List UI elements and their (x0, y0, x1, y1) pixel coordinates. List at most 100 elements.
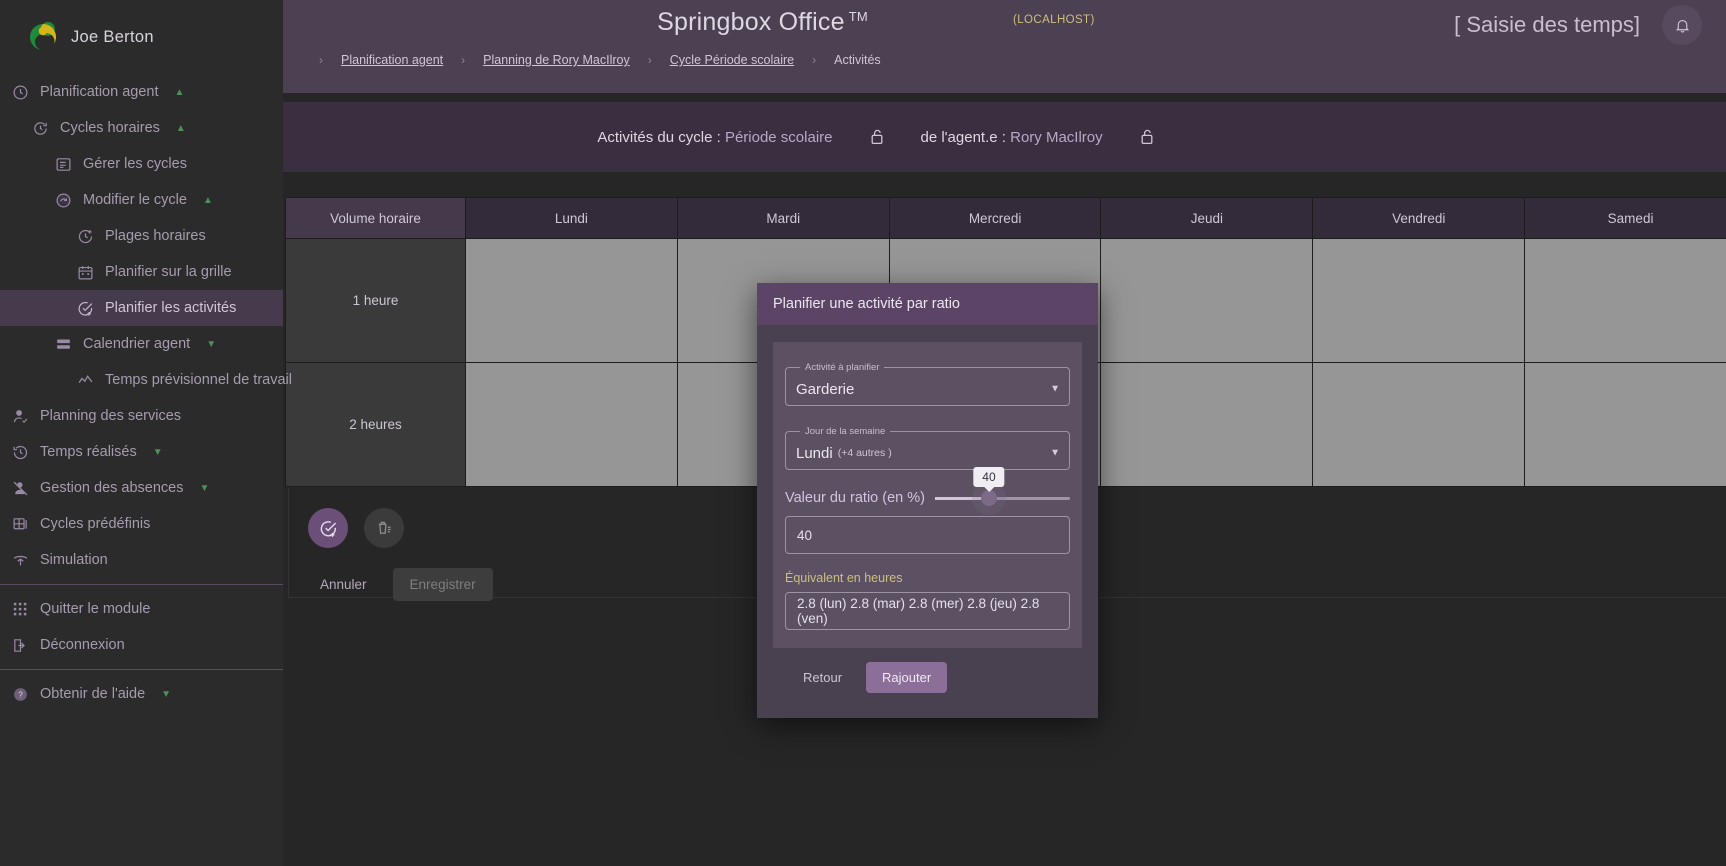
breadcrumb-separator: › (812, 53, 817, 67)
chevron-up-icon[interactable]: ▲ (203, 195, 213, 206)
cell-vendredi-1h[interactable] (1312, 238, 1526, 363)
activity-select[interactable]: Activité à planifier Garderie ▼ (785, 362, 1070, 406)
cell-jeudi-1h[interactable] (1100, 238, 1314, 363)
host-label: (LOCALHOST) (1013, 14, 1095, 26)
cell-lundi-1h[interactable] (465, 238, 678, 363)
ratio-slider-track[interactable]: 40 (934, 466, 1070, 506)
sidebar-item-simulation[interactable]: Simulation (0, 542, 283, 578)
ratio-slider-knob[interactable] (980, 490, 997, 506)
add-activity-button[interactable] (308, 508, 348, 548)
history-icon (11, 443, 29, 461)
sidebar-item-plages-horaires[interactable]: Plages horaires (0, 218, 283, 254)
ratio-slider-row: Valeur du ratio (en %) 40 (785, 466, 1070, 506)
day-select-legend: Jour de la semaine (805, 426, 886, 437)
cell-lundi-2h[interactable] (465, 362, 678, 487)
equivalent-value: 2.8 (lun) 2.8 (mar) 2.8 (mer) 2.8 (jeu) … (785, 592, 1070, 630)
sidebar-item-label: Temps réalisés (40, 444, 137, 460)
activity-select-value: Garderie (796, 380, 855, 398)
breadcrumb: › Planification agent › Planning de Rory… (283, 53, 881, 67)
activity-select-field[interactable]: Activité à planifier Garderie ▼ (785, 362, 1070, 406)
day-select-value: Lundi (796, 444, 833, 462)
chevron-down-icon[interactable]: ▼ (206, 339, 216, 350)
app-title-text: Springbox Office (657, 8, 845, 36)
sidebar-item-label: Simulation (40, 552, 108, 568)
row-label-1-heure: 1 heure (285, 238, 466, 363)
chevron-up-icon[interactable]: ▲ (176, 123, 186, 134)
sidebar-item-gestion-des-absences[interactable]: Gestion des absences ▼ (0, 470, 283, 506)
sidebar-item-calendrier-agent[interactable]: Calendrier agent ▼ (0, 326, 283, 362)
sidebar-item-planifier-sur-la-grille[interactable]: Planifier sur la grille (0, 254, 283, 290)
modal-card: Activité à planifier Garderie ▼ Jour de … (773, 342, 1082, 648)
user-check-icon (11, 407, 29, 425)
breadcrumb-item-activites: Activités (834, 53, 881, 67)
brand[interactable]: Joe Berton (0, 0, 283, 60)
banner-agent-name: Rory MacIlroy (1010, 128, 1103, 146)
cell-samedi-2h (1524, 362, 1726, 487)
actions-area: Annuler Enregistrer (288, 508, 493, 601)
unlock-icon[interactable] (869, 128, 885, 146)
breadcrumb-item-planification-agent[interactable]: Planification agent (341, 53, 443, 67)
cell-vendredi-2h[interactable] (1312, 362, 1526, 487)
banner-cycle: Activités du cycle : Période scolaire (597, 129, 832, 146)
sidebar-item-gerer-les-cycles[interactable]: Gérer les cycles (0, 146, 283, 182)
chevron-down-icon[interactable]: ▼ (161, 689, 171, 700)
modal-title: Planifier une activité par ratio (757, 283, 1098, 325)
sidebar-item-modifier-le-cycle[interactable]: Modifier le cycle ▲ (0, 182, 283, 218)
sidebar-item-planification-agent[interactable]: Planification agent ▲ (0, 74, 283, 110)
back-button[interactable]: Retour (793, 663, 852, 692)
sidebar-item-temps-previsionnel[interactable]: Temps prévisionnel de travail (0, 362, 292, 398)
calendar-icon (76, 263, 94, 281)
sidebar-item-label: Planification agent (40, 84, 159, 100)
sidebar: Joe Berton Planification agent ▲ Cycles … (0, 0, 292, 866)
sidebar-item-obtenir-de-laide[interactable]: ? Obtenir de l'aide ▼ (0, 676, 283, 712)
chevron-down-icon[interactable]: ▼ (153, 447, 163, 458)
delete-button[interactable] (364, 508, 404, 548)
cancel-button[interactable]: Annuler (308, 569, 379, 600)
sidebar-item-label: Planifier sur la grille (105, 264, 232, 280)
column-header-volume: Volume horaire (285, 197, 466, 239)
trash-icon (375, 519, 393, 537)
sidebar-item-cycles-predefinis[interactable]: Cycles prédéfinis (0, 506, 283, 542)
apps-grid-icon (11, 600, 29, 618)
ratio-input[interactable]: 40 (785, 516, 1070, 554)
sidebar-item-planifier-les-activites[interactable]: Planifier les activités (0, 290, 283, 326)
rows-icon (54, 335, 72, 353)
breadcrumb-item-planning-agent[interactable]: Planning de Rory MacIlroy (483, 53, 630, 67)
simulation-icon (11, 551, 29, 569)
column-header-samedi: Samedi (1524, 197, 1726, 239)
cell-jeudi-2h[interactable] (1100, 362, 1314, 487)
modal-footer: Retour Rajouter (773, 648, 1082, 693)
sidebar-item-label: Cycles horaires (60, 120, 160, 136)
breadcrumb-item-cycle[interactable]: Cycle Période scolaire (670, 53, 794, 67)
breadcrumb-separator: › (461, 53, 466, 67)
equivalent-label: Équivalent en heures (785, 571, 903, 585)
column-header-mercredi: Mercredi (888, 197, 1102, 239)
day-select[interactable]: Jour de la semaine Lundi (+4 autres ) ▼ (785, 426, 1070, 470)
confirm-button[interactable]: Rajouter (866, 662, 948, 693)
sidebar-item-quitter-le-module[interactable]: Quitter le module (0, 591, 283, 627)
chevron-down-icon[interactable]: ▼ (1050, 448, 1060, 459)
sidebar-item-temps-realises[interactable]: Temps réalisés ▼ (0, 434, 283, 470)
chevron-down-icon[interactable]: ▼ (199, 483, 209, 494)
chevron-down-icon[interactable]: ▼ (1050, 384, 1060, 395)
sidebar-item-label: Modifier le cycle (83, 192, 187, 208)
sidebar-divider-1 (0, 584, 283, 585)
unlock-icon[interactable] (1139, 128, 1155, 146)
sidebar-item-cycles-horaires[interactable]: Cycles horaires ▲ (0, 110, 283, 146)
trend-icon (76, 371, 94, 389)
day-select-field[interactable]: Jour de la semaine Lundi (+4 autres ) ▼ (785, 426, 1070, 470)
sidebar-item-label: Plages horaires (105, 228, 206, 244)
notifications-button[interactable] (1662, 5, 1702, 45)
chevron-up-icon[interactable]: ▲ (175, 87, 185, 98)
sidebar-item-planning-des-services[interactable]: Planning des services (0, 398, 283, 434)
context-banner: Activités du cycle : Période scolaire de… (272, 102, 1726, 172)
breadcrumb-separator: › (319, 53, 323, 67)
sidebar-item-label: Calendrier agent (83, 336, 191, 352)
sidebar-item-label: Déconnexion (40, 637, 125, 653)
sidebar-item-deconnexion[interactable]: Déconnexion (0, 627, 283, 663)
fab-row (288, 508, 493, 548)
grid-box-icon (11, 515, 29, 533)
column-header-vendredi: Vendredi (1312, 197, 1526, 239)
save-button[interactable]: Enregistrer (392, 568, 493, 601)
banner-agent: de l'agent.e : Rory MacIlroy (921, 129, 1103, 146)
